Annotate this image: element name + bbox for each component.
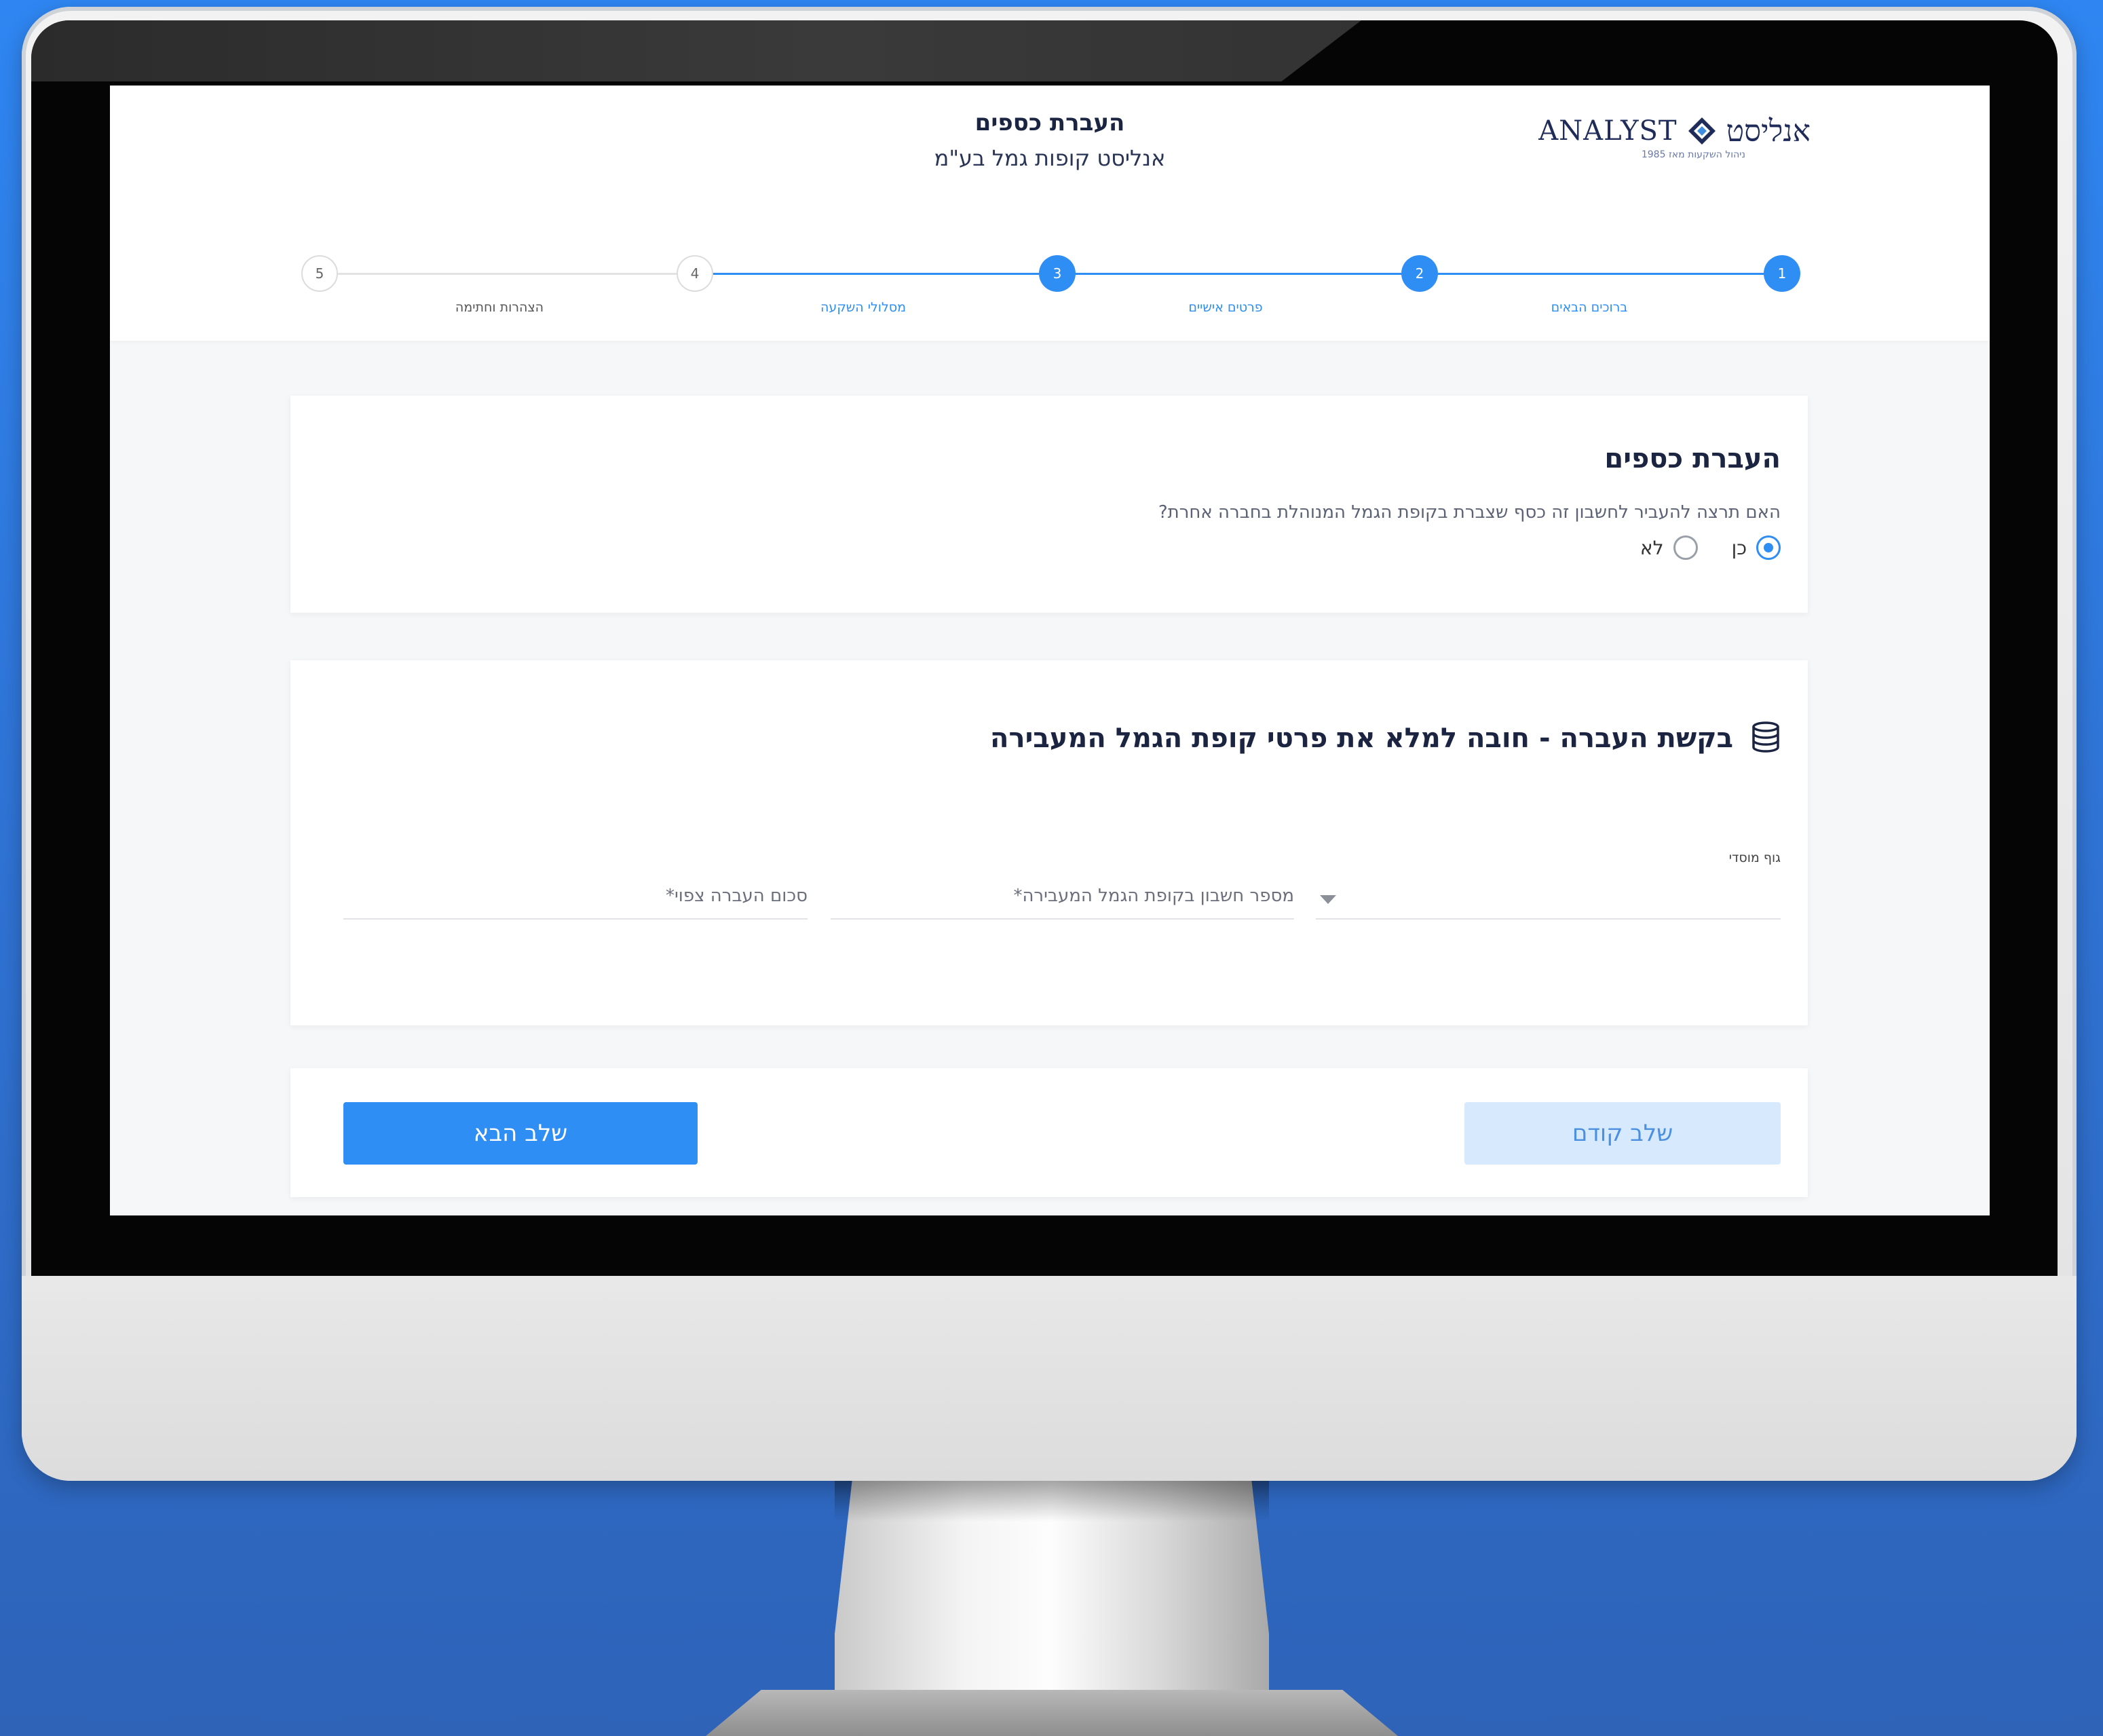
coins-stack-icon: [1752, 721, 1779, 753]
chevron-down-icon[interactable]: [1320, 895, 1336, 904]
transfer-radio-group: כן לא: [1606, 535, 1781, 560]
transfer-request-header: בקשת העברה - חובה למלא את פרטי קופת הגמל…: [990, 721, 1781, 755]
radio-option-yes[interactable]: כן: [1732, 535, 1781, 560]
imac-foot: [706, 1690, 1398, 1736]
step-3-label: מסלולי השקעה: [820, 300, 906, 315]
step-3-circle[interactable]: 3: [1039, 255, 1076, 292]
transfer-request-card: בקשת העברה - חובה למלא את פרטי קופת הגמל…: [290, 660, 1808, 1025]
progress-stepper: 1 ברוכים הבאים 2 פרטים אישיים 3 מסלולי ה…: [110, 248, 1990, 316]
app-header: ANALYST אנליסט ניהול השקעות מאז 1985 העב…: [110, 86, 1990, 341]
step-1-label: ברוכים הבאים: [1551, 300, 1628, 315]
previous-step-button[interactable]: שלב קודם: [1464, 1102, 1781, 1165]
stepper-line-todo: [320, 273, 694, 275]
screen-glare: [31, 20, 1361, 81]
next-step-button[interactable]: שלב הבא: [343, 1102, 698, 1165]
transfer-amount-input[interactable]: סכום העברה צפוי*: [343, 850, 808, 920]
transfer-request-title: בקשת העברה - חובה למלא את פרטי קופת הגמל…: [990, 723, 1733, 754]
institution-select[interactable]: גוף מוסדי: [1316, 850, 1781, 920]
navigation-card: שלב קודם שלב הבא: [290, 1068, 1808, 1197]
institution-label: גוף מוסדי: [1728, 850, 1781, 865]
radio-yes-label: כן: [1731, 536, 1747, 559]
imac-stand-shadow: [835, 1481, 1269, 1522]
step-2-label: פרטים אישיים: [1188, 300, 1263, 315]
imac-chin: [22, 1276, 2077, 1481]
transfer-question-title: העברת כספים: [1604, 443, 1781, 474]
account-number-placeholder: מספר חשבון בקופת הגמל המעבירה*: [1013, 886, 1294, 906]
radio-no-label: לא: [1640, 536, 1664, 559]
radio-option-no[interactable]: לא: [1640, 535, 1698, 560]
stepper-line-partial: [694, 273, 1057, 275]
transfer-amount-placeholder: סכום העברה צפוי*: [665, 886, 808, 906]
account-number-input[interactable]: מספר חשבון בקופת הגמל המעבירה*: [831, 850, 1294, 920]
page-title: העברת כספים: [974, 109, 1125, 136]
step-5-circle[interactable]: 5: [301, 255, 338, 292]
page-subtitle: אנליסט קופות גמל בע"מ: [934, 145, 1166, 171]
step-5-label: הצהרות וחתימה: [455, 300, 544, 315]
radio-no-button[interactable]: [1673, 535, 1698, 560]
step-1-circle[interactable]: 1: [1764, 255, 1800, 292]
app-screen: ANALYST אנליסט ניהול השקעות מאז 1985 העב…: [110, 86, 1990, 1215]
step-2-circle[interactable]: 2: [1401, 255, 1438, 292]
step-4-circle[interactable]: 4: [677, 255, 713, 292]
transfer-question-text: האם תרצה להעביר לחשבון זה כסף שצברת בקופ…: [1158, 502, 1781, 523]
transfer-question-card: העברת כספים האם תרצה להעביר לחשבון זה כס…: [290, 396, 1808, 613]
radio-yes-button[interactable]: [1756, 535, 1781, 560]
